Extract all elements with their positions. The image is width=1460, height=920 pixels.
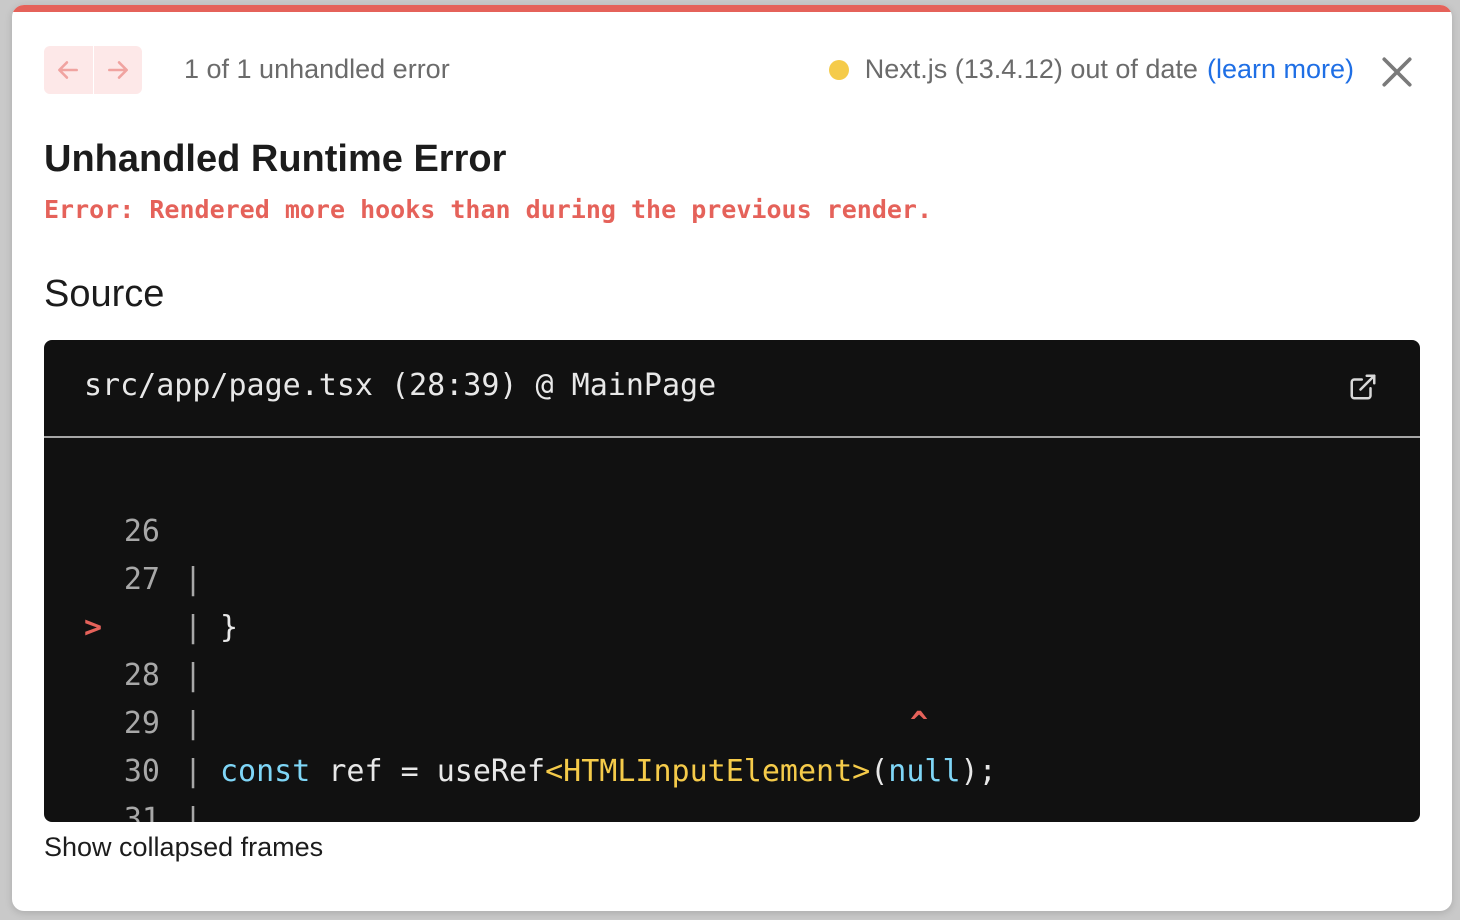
code-line: 30 | return ( (44, 700, 1420, 822)
line-number: 31 (123, 802, 160, 822)
source-file-location[interactable]: src/app/page.tsx (28:39) @ MainPage (84, 368, 716, 403)
code-frame-header: src/app/page.tsx (28:39) @ MainPage (44, 340, 1420, 438)
close-icon[interactable] (1380, 55, 1414, 89)
error-navigation (44, 46, 142, 94)
code-line: 29 | (44, 652, 1420, 789)
next-error-button[interactable] (93, 46, 142, 94)
error-count: 1 of 1 unhandled error (184, 54, 450, 84)
error-accent-bar (12, 5, 1452, 12)
code-lines: 26 | } 27 | > 28 | const ref = useRef<HT… (44, 460, 1420, 822)
source-heading: Source (44, 273, 165, 315)
code-line: 26 | } (44, 460, 1420, 645)
arrow-right-icon (107, 61, 128, 79)
previous-error-button[interactable] (44, 46, 93, 94)
error-title: Unhandled Runtime Error (44, 138, 507, 180)
code-line: 27 | (44, 508, 1420, 645)
arrow-left-icon (58, 61, 79, 79)
version-status: Next.js (13.4.12) out of date (learn mor… (828, 54, 1354, 85)
code-line-highlighted: > 28 | const ref = useRef<HTMLInputEleme… (44, 556, 1420, 789)
show-collapsed-frames-button[interactable]: Show collapsed frames (44, 832, 323, 863)
code-line: 31 | <> (44, 748, 1420, 822)
code-frame: src/app/page.tsx (28:39) @ MainPage 26 |… (44, 340, 1420, 822)
code-line-caret: | ^ (44, 604, 1420, 741)
status-dot-icon (828, 59, 849, 80)
error-dialog: 1 of 1 unhandled error Next.js (13.4.12)… (12, 5, 1452, 911)
version-text: Next.js (13.4.12) out of date (864, 54, 1198, 84)
error-message: Error: Rendered more hooks than during t… (44, 195, 933, 224)
external-link-icon[interactable] (1348, 372, 1378, 402)
learn-more-link[interactable]: (learn more) (1207, 54, 1354, 85)
